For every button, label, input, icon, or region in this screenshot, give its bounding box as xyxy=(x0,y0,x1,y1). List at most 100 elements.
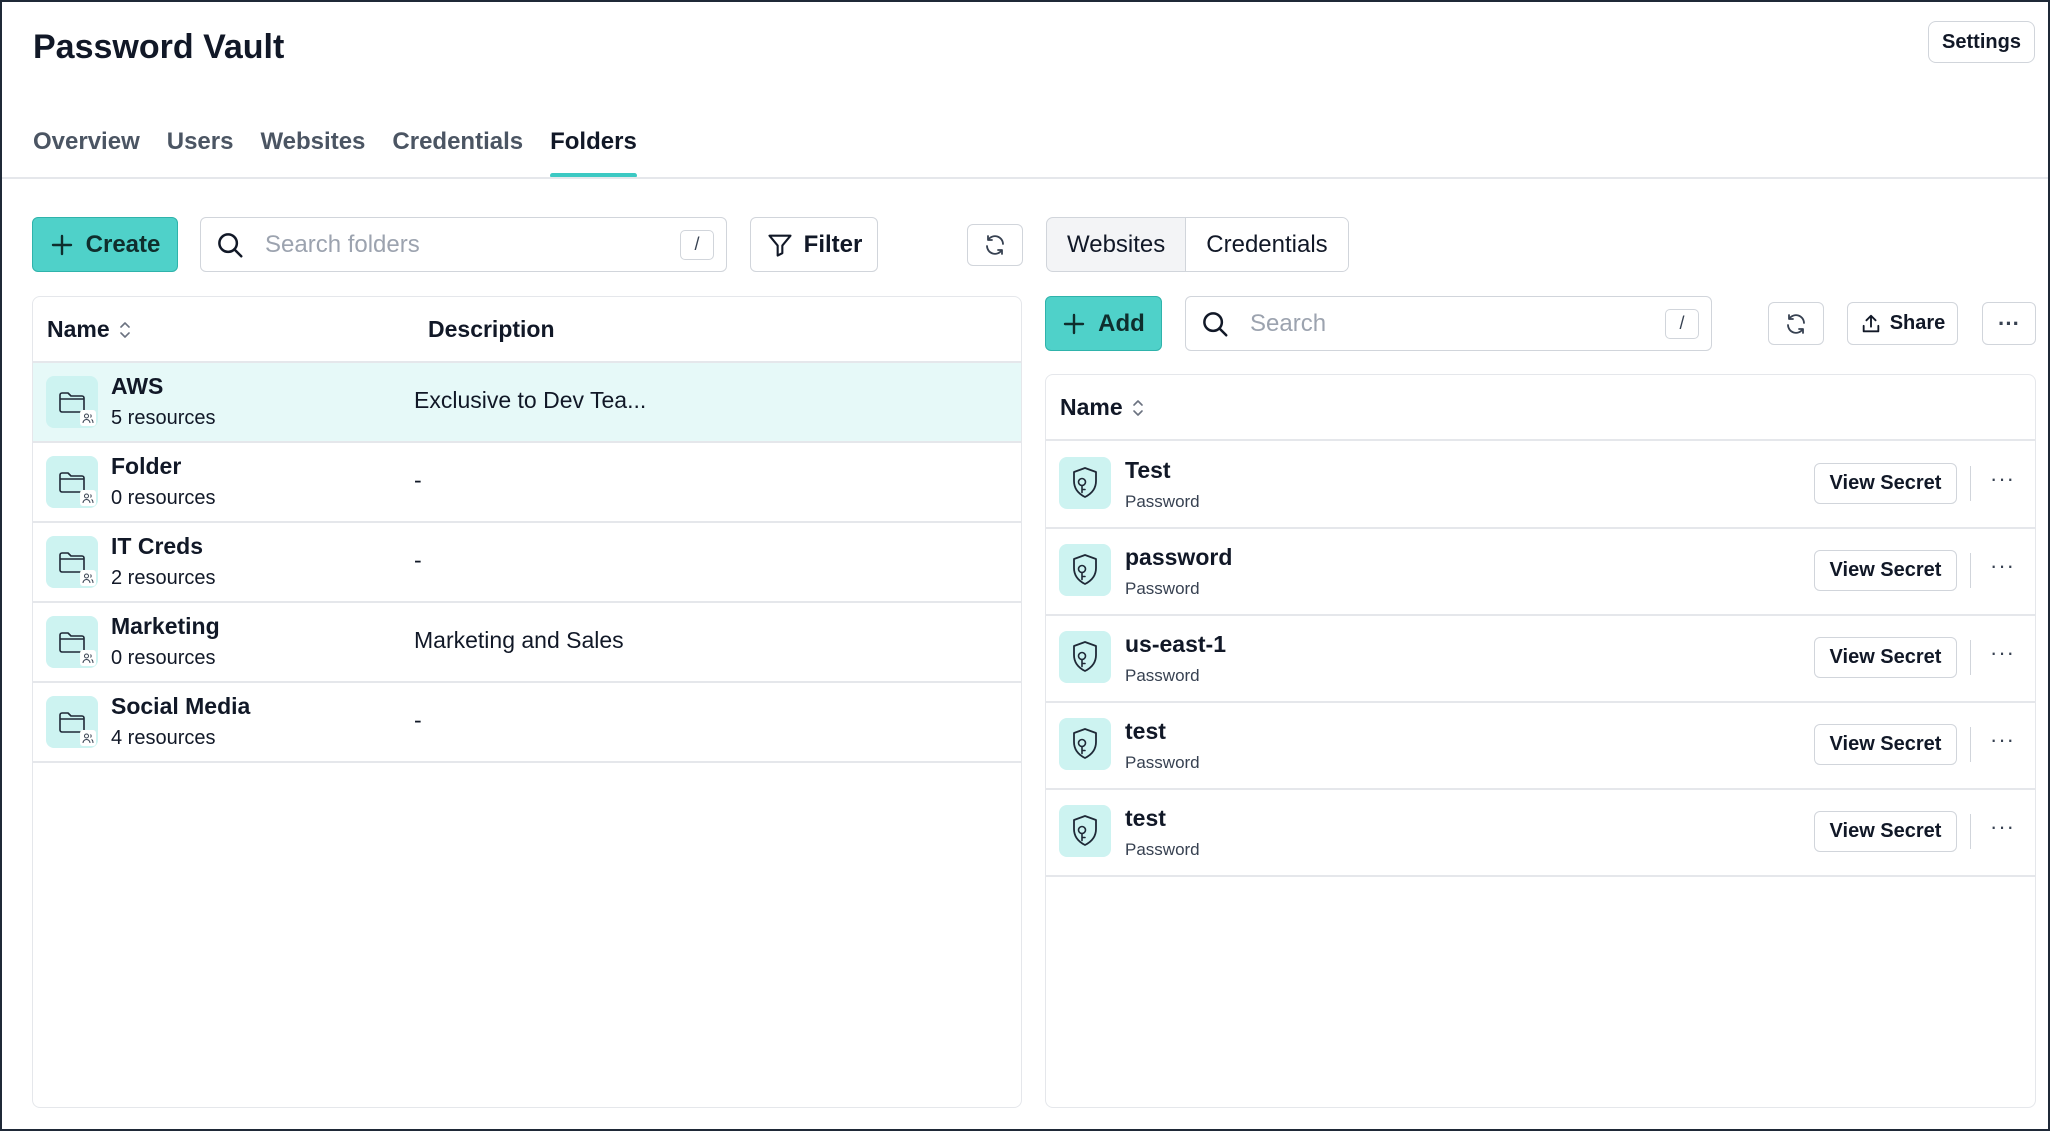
shared-users-icon xyxy=(80,490,96,506)
folder-resource-count: 0 resources xyxy=(111,487,216,509)
search-shortcut-hint: / xyxy=(1665,308,1699,339)
folder-resource-count: 4 resources xyxy=(111,727,216,749)
upload-share-icon xyxy=(1862,314,1879,332)
folder-row[interactable]: AWS 5 resources Exclusive to Dev Tea... xyxy=(33,363,1021,441)
filter-button[interactable]: Filter xyxy=(750,217,878,272)
credential-type: Password xyxy=(1125,579,1200,598)
credentials-table: Name Test Password View Secret ··· passw… xyxy=(1045,374,2036,1108)
view-secret-button[interactable]: View Secret xyxy=(1814,811,1957,852)
create-folder-button[interactable]: Create xyxy=(32,217,178,272)
main-tabs: Overview Users Websites Credentials Fold… xyxy=(33,128,637,178)
credential-type: Password xyxy=(1125,492,1200,511)
folder-icon xyxy=(46,376,98,428)
share-label: Share xyxy=(1889,312,1946,334)
credential-name: password xyxy=(1125,544,1233,570)
tab-folders[interactable]: Folders xyxy=(550,128,637,178)
row-more-icon[interactable]: ··· xyxy=(1990,642,2015,664)
folder-name: Folder xyxy=(111,453,182,479)
folder-row[interactable]: Marketing 0 resources Marketing and Sale… xyxy=(33,603,1021,681)
filter-icon xyxy=(768,234,792,257)
row-more-icon[interactable]: ··· xyxy=(1990,816,2015,838)
create-label: Create xyxy=(85,230,161,258)
action-divider xyxy=(1969,640,1971,675)
tab-websites[interactable]: Websites xyxy=(260,128,365,172)
search-shortcut-hint: / xyxy=(680,229,714,260)
folder-icon xyxy=(46,696,98,748)
view-secret-button[interactable]: View Secret xyxy=(1814,724,1957,765)
folder-description: - xyxy=(414,707,422,733)
folder-row[interactable]: Folder 0 resources - xyxy=(33,443,1021,521)
tabs-divider xyxy=(2,177,2048,179)
folder-description: - xyxy=(414,547,422,573)
action-divider xyxy=(1969,814,1971,849)
sort-icon xyxy=(119,321,130,338)
name-column-header[interactable]: Name xyxy=(47,316,132,343)
credential-row[interactable]: Test Password View Secret ··· xyxy=(1046,441,2035,528)
credential-name: test xyxy=(1125,718,1166,744)
shield-key-icon xyxy=(1059,544,1111,596)
folder-description: Marketing and Sales xyxy=(414,627,624,653)
folder-row[interactable]: IT Creds 2 resources - xyxy=(33,523,1021,601)
folder-name: AWS xyxy=(111,373,164,399)
credential-name: test xyxy=(1125,805,1166,831)
credential-row[interactable]: test Password View Secret ··· xyxy=(1046,789,2035,876)
action-divider xyxy=(1969,466,1971,501)
shield-key-icon xyxy=(1059,631,1111,683)
page-title: Password Vault xyxy=(33,28,285,66)
resource-type-toggle: Websites Credentials xyxy=(1046,217,1349,272)
tab-credentials[interactable]: Credentials xyxy=(392,128,523,172)
folder-resource-count: 0 resources xyxy=(111,647,216,669)
row-divider xyxy=(33,761,1021,763)
shared-users-icon xyxy=(80,730,96,746)
view-secret-button[interactable]: View Secret xyxy=(1814,637,1957,678)
shield-key-icon xyxy=(1059,805,1111,857)
folder-resource-count: 2 resources xyxy=(111,567,216,589)
credential-row[interactable]: test Password View Secret ··· xyxy=(1046,702,2035,789)
folder-description: - xyxy=(414,467,422,493)
refresh-icon xyxy=(986,235,1004,255)
action-divider xyxy=(1969,553,1971,588)
refresh-icon xyxy=(1787,313,1805,334)
credential-search-box: / xyxy=(1185,296,1712,351)
shared-users-icon xyxy=(80,410,96,426)
segment-websites[interactable]: Websites xyxy=(1047,218,1185,271)
row-more-icon[interactable]: ··· xyxy=(1990,468,2015,490)
row-more-icon[interactable]: ··· xyxy=(1990,555,2015,577)
credential-type: Password xyxy=(1125,840,1200,859)
filter-label: Filter xyxy=(803,230,863,258)
credential-row[interactable]: us-east-1 Password View Secret ··· xyxy=(1046,615,2035,702)
refresh-credentials-button[interactable] xyxy=(1768,302,1824,345)
refresh-folders-button[interactable] xyxy=(967,224,1023,266)
row-divider xyxy=(1046,875,2035,877)
shield-key-icon xyxy=(1059,457,1111,509)
add-label: Add xyxy=(1098,309,1145,337)
share-button[interactable]: Share xyxy=(1847,302,1958,345)
shield-key-icon xyxy=(1059,718,1111,770)
view-secret-button[interactable]: View Secret xyxy=(1814,463,1957,504)
segment-credentials[interactable]: Credentials xyxy=(1185,218,1348,271)
folder-search-input[interactable] xyxy=(265,230,680,259)
credential-row[interactable]: password Password View Secret ··· xyxy=(1046,528,2035,615)
credential-search-input[interactable] xyxy=(1250,309,1665,338)
folder-name: Social Media xyxy=(111,693,251,719)
credential-type: Password xyxy=(1125,666,1200,685)
settings-button[interactable]: Settings xyxy=(1928,21,2035,63)
name-column-header[interactable]: Name xyxy=(1060,394,1145,421)
tab-users[interactable]: Users xyxy=(167,128,234,172)
folder-row[interactable]: Social Media 4 resources - xyxy=(33,683,1021,761)
folders-table: Name Description AWS 5 resources Exclusi… xyxy=(32,296,1022,1108)
folder-description: Exclusive to Dev Tea... xyxy=(414,387,647,413)
sort-icon xyxy=(1132,399,1143,416)
plus-icon xyxy=(51,234,72,255)
add-credential-button[interactable]: Add xyxy=(1045,296,1162,351)
folder-name: IT Creds xyxy=(111,533,204,559)
name-header-label: Name xyxy=(1060,394,1123,420)
folder-icon xyxy=(46,456,98,508)
folder-icon xyxy=(46,536,98,588)
credential-type: Password xyxy=(1125,753,1200,772)
row-more-icon[interactable]: ··· xyxy=(1990,729,2015,751)
search-icon xyxy=(1200,309,1230,339)
tab-overview[interactable]: Overview xyxy=(33,128,140,172)
view-secret-button[interactable]: View Secret xyxy=(1814,550,1957,591)
more-options-button[interactable]: ··· xyxy=(1982,302,2036,345)
